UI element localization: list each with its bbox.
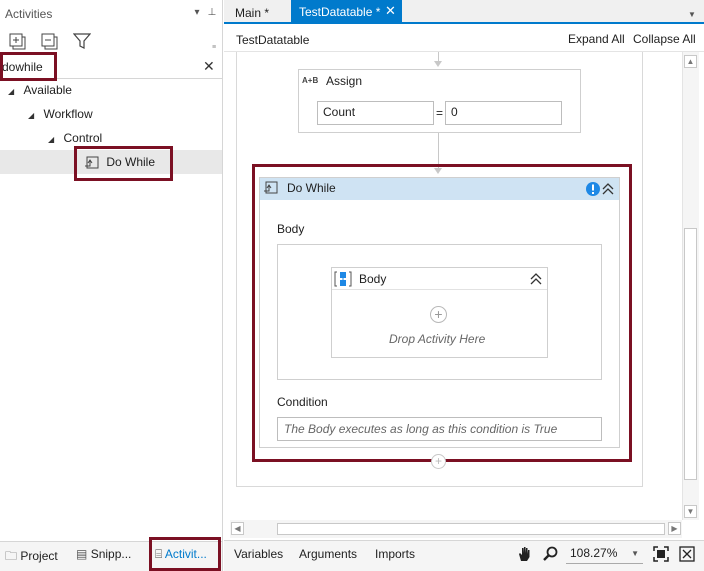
clear-search-icon[interactable]: ✕ [203,58,215,75]
scroll-left-icon[interactable]: ◀ [231,522,244,535]
fit-to-screen-icon[interactable] [653,546,669,562]
collapse-all-icon[interactable] [41,33,59,51]
horizontal-scroll-thumb[interactable] [277,523,665,535]
panel-dropdown-icon[interactable]: ▾ [190,6,204,20]
activities-toolbar: ≡ [0,30,222,54]
tab-label: TestDatatable * [299,5,381,19]
expand-all-button[interactable]: Expand All [568,32,625,46]
scroll-right-icon[interactable]: ▶ [668,522,681,535]
zoom-dropdown[interactable]: 108.27% ▼ [566,544,643,564]
breadcrumb[interactable]: TestDatatable [236,33,309,47]
tree-item-label: Available [23,83,72,97]
activities-panel-header: Activities ▾ ⊥ [0,0,222,28]
assign-icon: A+B [302,76,319,85]
do-while-highlight-frame [74,146,173,181]
panel-title: Activities [5,7,53,21]
expand-all-icon[interactable] [9,33,27,51]
close-tab-icon[interactable]: ✕ [385,3,396,19]
tree-collapse-icon[interactable]: ◢ [8,87,14,96]
filter-icon[interactable] [73,32,91,50]
tab-overflow-icon[interactable]: ▼ [688,10,696,19]
assign-operator: = [436,106,444,120]
tab-label: Snipp... [90,547,132,561]
tab-main[interactable]: Main * [235,6,269,20]
tab-snippets[interactable]: ▤ Snipp... [76,547,131,561]
assign-title: Assign [326,74,363,88]
arguments-tab[interactable]: Arguments [299,547,357,561]
overview-icon[interactable] [679,546,695,562]
add-activity-icon[interactable]: + [431,454,446,469]
tree-collapse-icon[interactable]: ◢ [48,135,54,144]
vertical-scroll-thumb[interactable] [684,228,697,480]
tab-label: Project [20,549,58,563]
chevron-down-icon[interactable]: ▼ [631,549,639,558]
tab-testdatatable[interactable]: TestDatatable * ✕ [291,0,402,24]
zoom-value: 108.27% [570,546,618,560]
tree-item-workflow[interactable]: ◢ Workflow [28,102,93,126]
collapse-all-button[interactable]: Collapse All [633,32,696,46]
folder-icon: 🗀 [5,549,18,563]
tree-item-label: Control [63,131,103,145]
connector-arrow [434,61,442,67]
scroll-down-icon[interactable]: ▼ [684,505,697,518]
pan-hand-icon[interactable] [516,545,534,563]
zoom-icon[interactable] [542,545,560,563]
assign-to-field[interactable]: Count [317,101,434,125]
tree-item-available[interactable]: ◢ Available [8,78,72,102]
tree-item-label: Workflow [43,107,93,121]
imports-tab[interactable]: Imports [375,547,415,561]
pin-icon[interactable]: ⊥ [205,6,219,20]
variables-tab[interactable]: Variables [234,547,283,561]
scroll-up-icon[interactable]: ▲ [684,55,697,68]
assign-value-field[interactable]: 0 [445,101,562,125]
do-while-highlight-frame [252,164,632,462]
search-highlight-frame [0,52,57,81]
tree-collapse-icon[interactable]: ◢ [28,111,34,120]
snippet-icon: ▤ [76,547,88,561]
toolbar-overflow-icon[interactable]: ≡ [212,44,216,51]
activities-tab-highlight-frame [149,537,221,571]
tab-project[interactable]: 🗀 Project [5,547,58,568]
